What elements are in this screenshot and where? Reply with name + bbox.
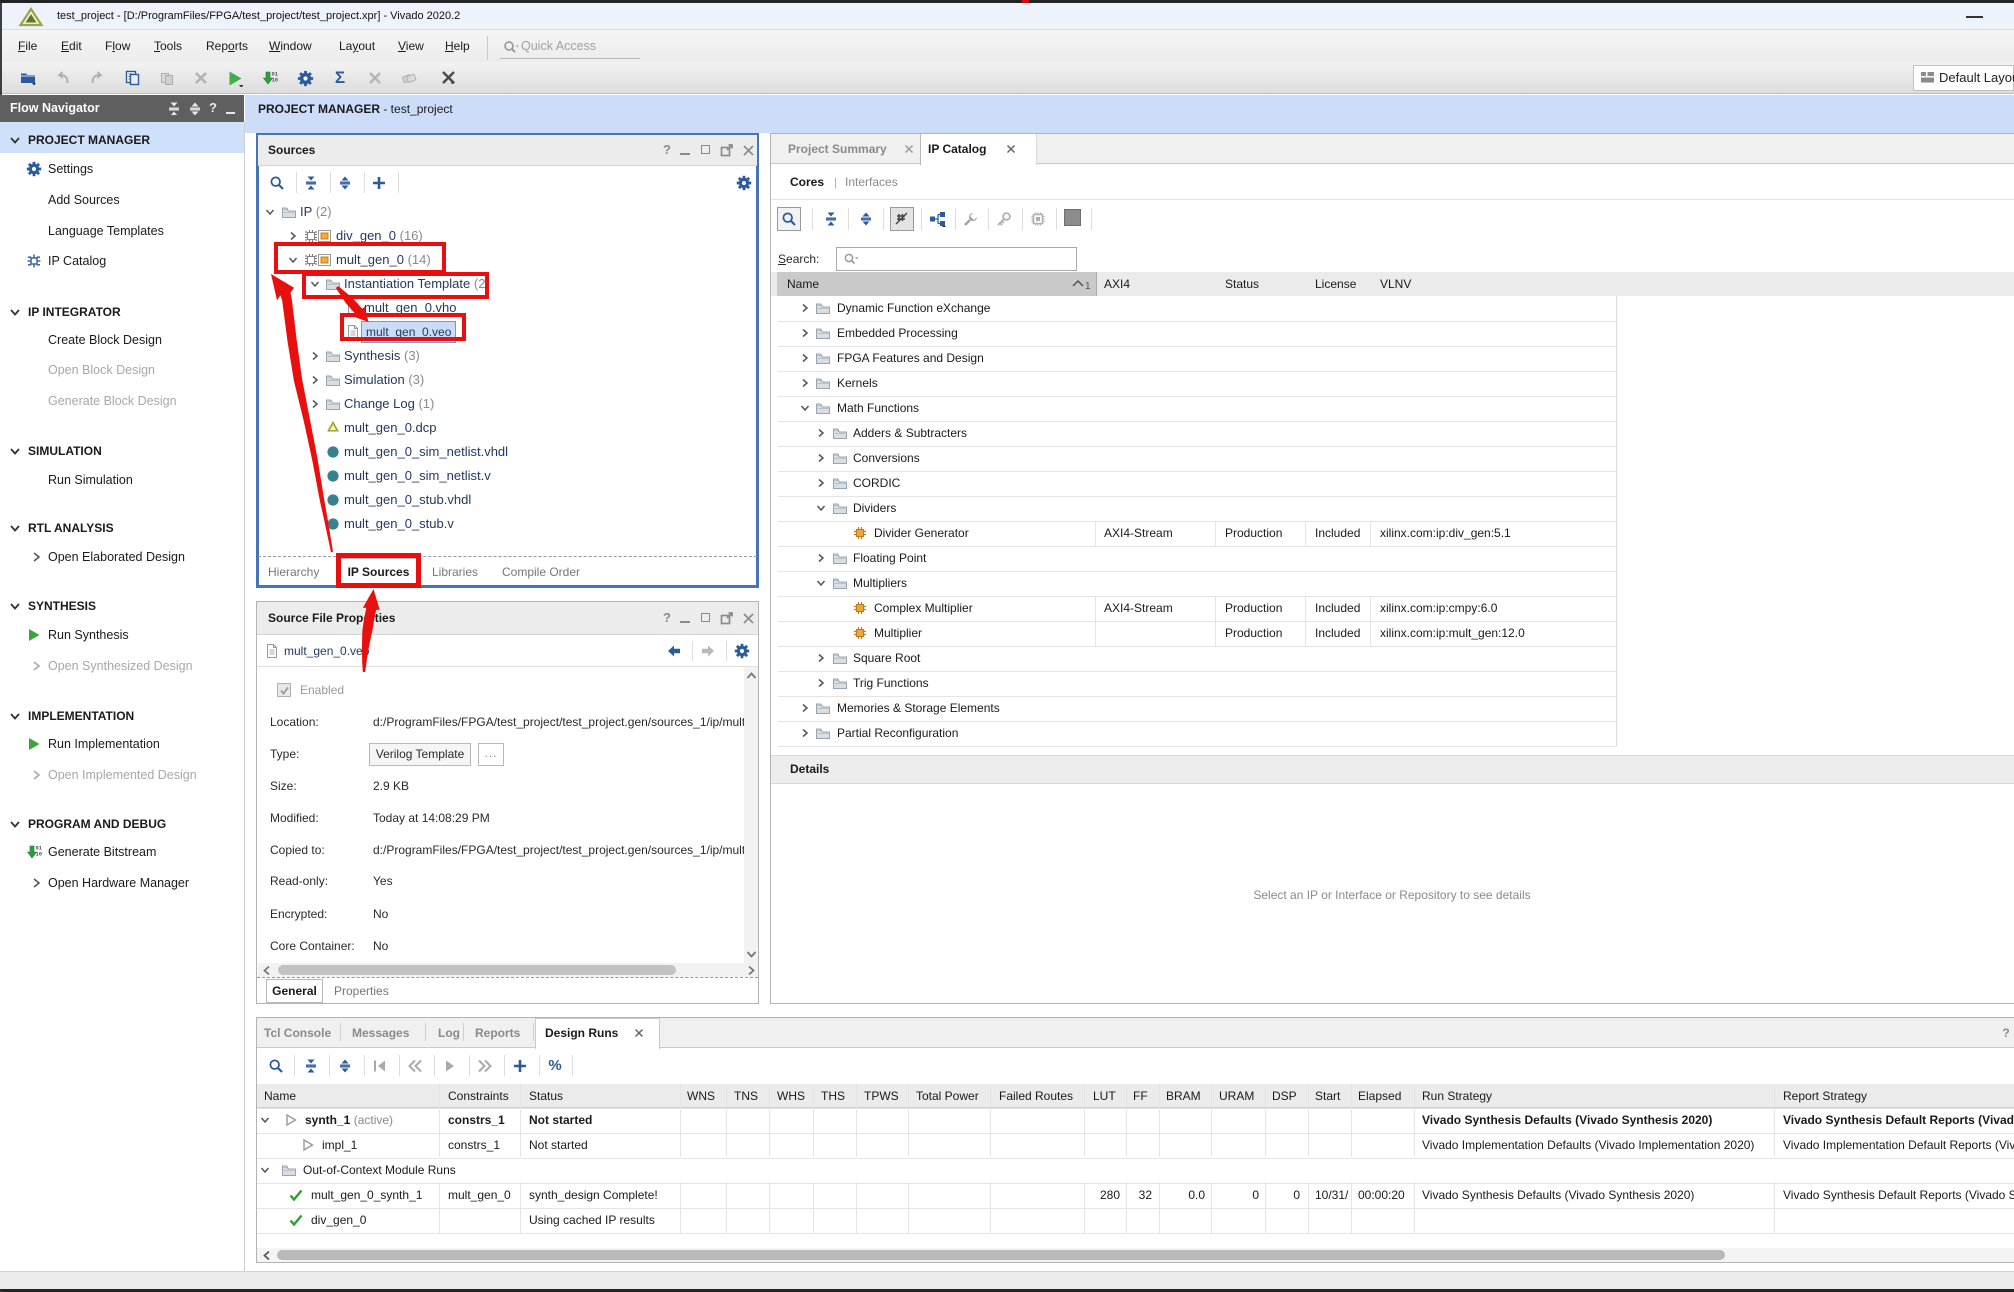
svg-text:10: 10 (36, 851, 43, 858)
svg-text:1: 1 (1085, 281, 1091, 291)
svg-text:10: 10 (272, 77, 279, 84)
